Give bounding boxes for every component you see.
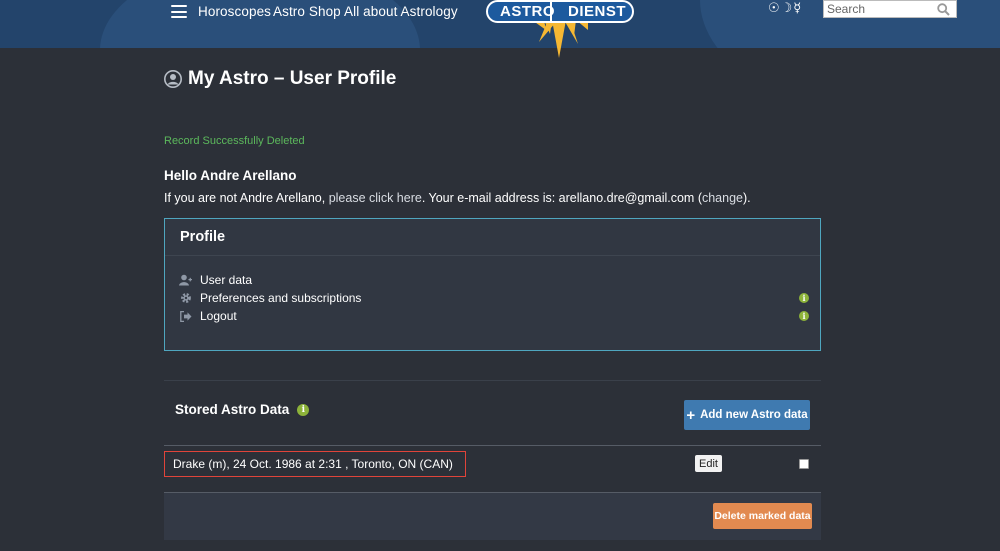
profile-item-user-data[interactable]: User data	[179, 273, 252, 287]
stored-data-title: Stored Astro Data i	[175, 402, 310, 417]
user-circle-icon	[164, 70, 182, 88]
astro-data-record[interactable]: Drake (m), 24 Oct. 1986 at 2:31 , Toront…	[164, 451, 466, 477]
profile-panel: Profile User data Preferences and subscr…	[164, 218, 821, 351]
nav-all-about-astrology[interactable]: All about Astrology	[344, 4, 458, 19]
status-message: Record Successfully Deleted	[164, 135, 305, 147]
nav-astro-shop[interactable]: Astro Shop	[273, 4, 341, 19]
greeting: Hello Andre Arellano	[164, 168, 297, 183]
profile-panel-title: Profile	[165, 219, 820, 256]
info-icon[interactable]: i	[799, 311, 809, 321]
mark-record-checkbox[interactable]	[799, 459, 809, 469]
info-icon[interactable]: i	[799, 293, 809, 303]
planet-symbols-icon[interactable]: ☉☽☿	[768, 1, 802, 16]
account-notice: If you are not Andre Arellano, please cl…	[164, 191, 751, 205]
edit-record-button[interactable]: Edit	[695, 455, 722, 472]
search-icon[interactable]	[932, 1, 954, 17]
page-title: My Astro – User Profile	[164, 68, 396, 90]
not-you-link[interactable]: please click here	[329, 191, 422, 205]
nav-horoscopes[interactable]: Horoscopes	[198, 4, 271, 19]
profile-item-preferences[interactable]: Preferences and subscriptions	[179, 291, 361, 305]
astrodienst-logo[interactable]: ASTRO DIENST	[486, 0, 634, 60]
profile-item-logout[interactable]: Logout	[179, 309, 237, 323]
delete-marked-data-button[interactable]: Delete marked data	[713, 503, 812, 529]
search-input[interactable]	[824, 2, 932, 16]
user-plus-icon	[179, 274, 192, 286]
add-astro-data-button[interactable]: + Add new Astro data	[684, 400, 810, 430]
section-divider	[164, 380, 821, 381]
change-email-link[interactable]: change	[702, 191, 743, 205]
logout-icon	[179, 310, 192, 322]
logo-wordmark: ASTRO DIENST	[486, 0, 634, 23]
menu-icon[interactable]	[171, 5, 187, 18]
gear-icon	[179, 292, 192, 304]
table-divider	[164, 445, 821, 446]
search-box[interactable]	[823, 0, 957, 18]
info-icon[interactable]: i	[297, 403, 310, 416]
plus-icon: +	[686, 406, 696, 424]
